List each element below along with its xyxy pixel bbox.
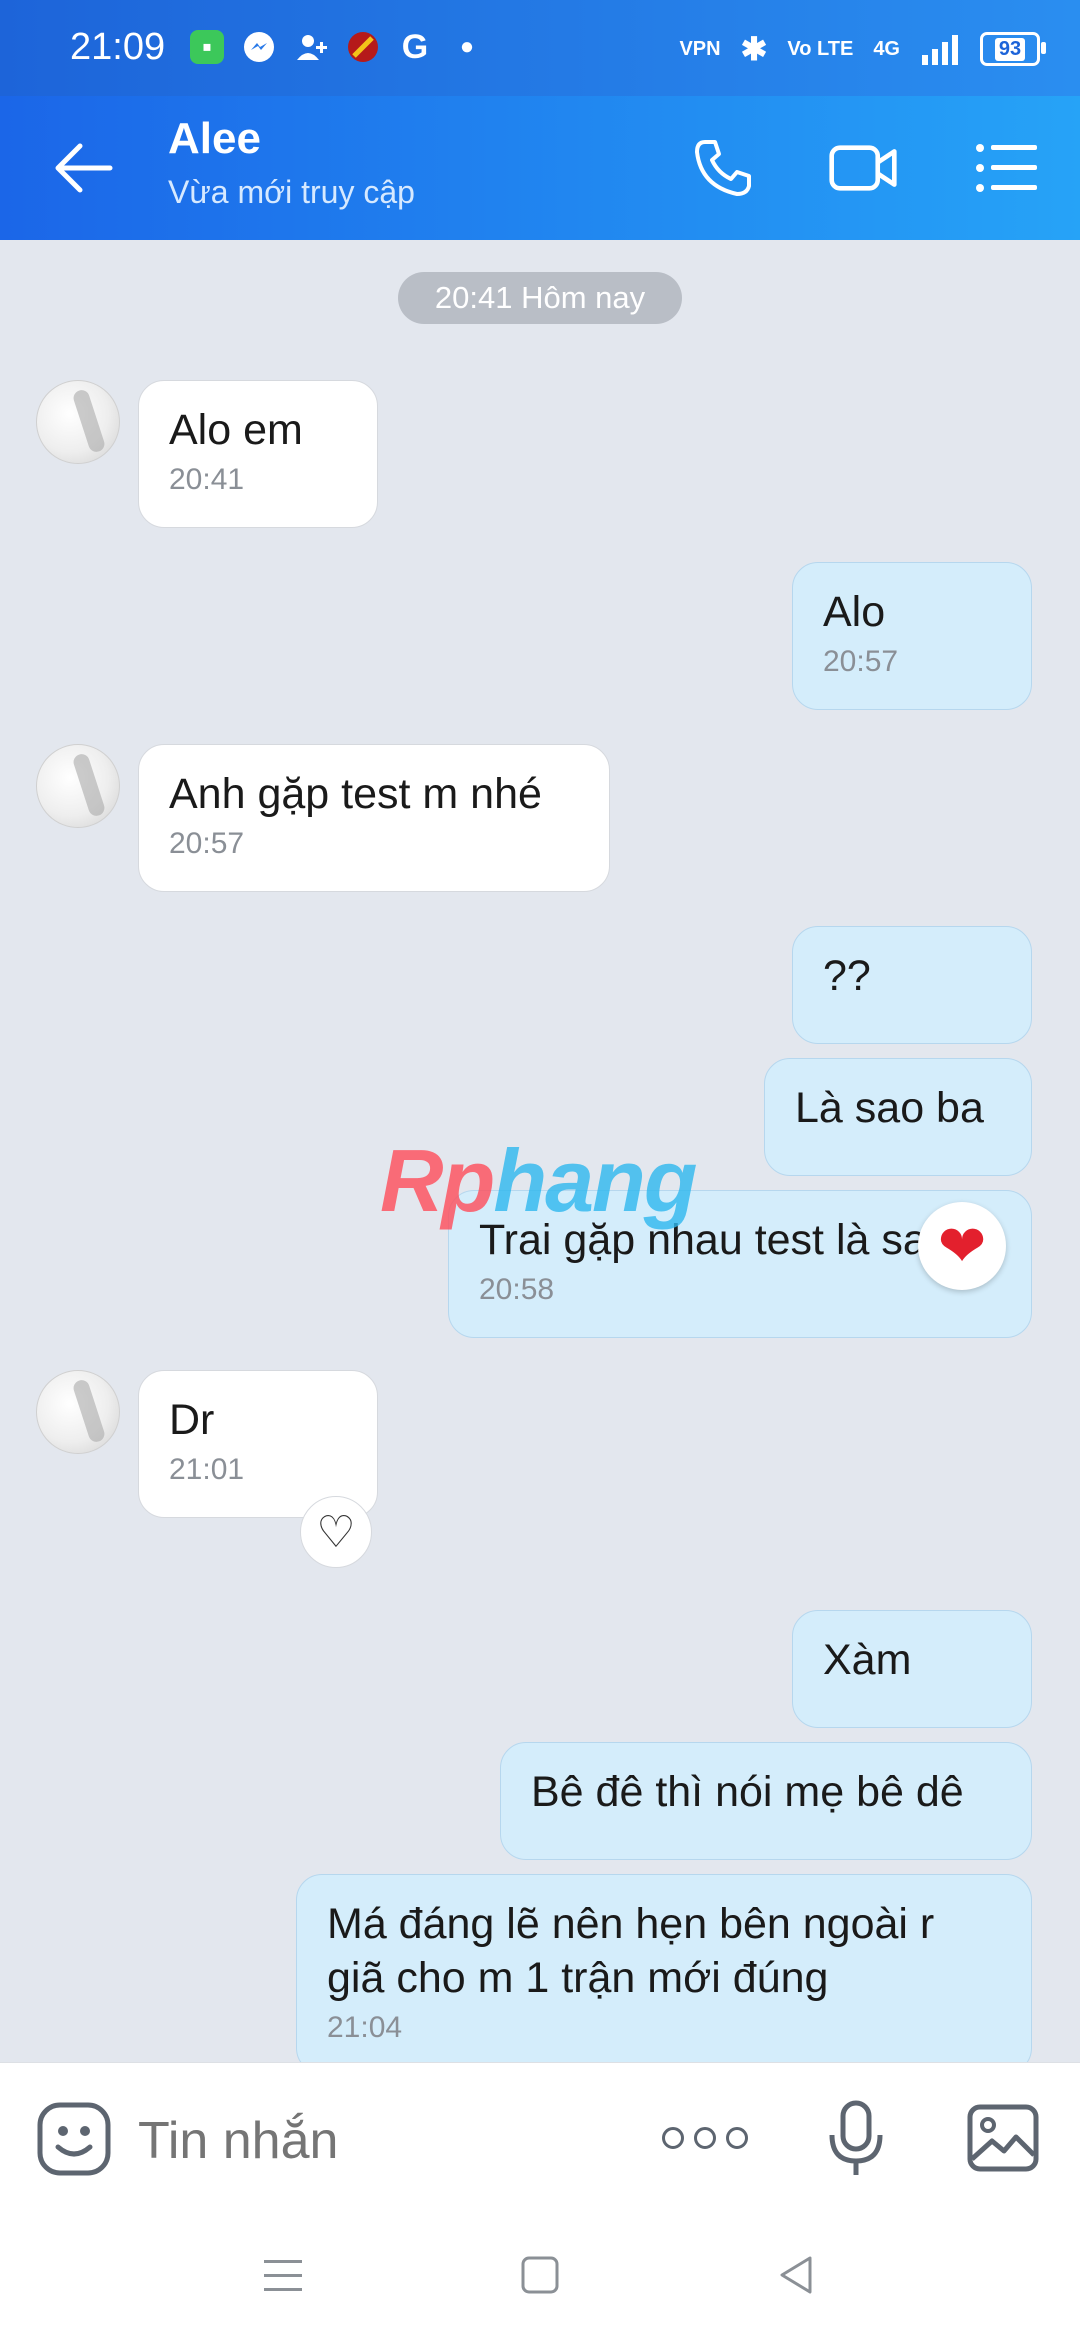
avatar[interactable] [36,744,120,828]
message-bubble[interactable]: Bê đê thì nói mẹ bê dê [500,1742,1032,1860]
message-text: Bê đê thì nói mẹ bê dê [531,1768,964,1816]
battery-icon: 93 [980,32,1046,66]
message-text: Dr [169,1396,215,1444]
message-bubble[interactable]: Là sao ba [764,1058,1032,1176]
avatar[interactable] [36,1370,120,1454]
triangle-back-icon [780,2256,812,2294]
messages-icon: ▪ [190,30,224,64]
sticker-button[interactable] [36,2101,112,2177]
signal-icon [922,35,958,65]
smiley-icon [37,2102,111,2176]
message-bubble[interactable]: Alo 20:57 [792,562,1032,710]
message-bubble[interactable]: Anh gặp test m nhé 20:57 [138,744,610,892]
watermark: Rphang [380,1131,698,1230]
message-bubble[interactable]: Má đáng lẽ nên hẹn bên ngoài r giã cho m… [296,1874,1032,2074]
heart-outline-icon: ♡ [316,1507,356,1557]
bluetooth-icon: ✱ [740,31,768,67]
message-text: Anh gặp test m nhé [169,770,542,818]
contact-name[interactable]: Alee [168,114,261,164]
more-options-button[interactable] [662,2113,748,2163]
menu-button[interactable] [972,136,1042,200]
arrow-left-icon [55,143,113,193]
voice-button[interactable] [826,2099,886,2179]
message-text: Xàm [823,1636,912,1684]
message-text: Alo em [169,406,303,454]
message-time: 20:58 [479,1273,555,1306]
microphone-icon [829,2100,883,2175]
dot-icon [726,2127,748,2149]
menu-lines-icon [264,2260,302,2291]
message-list[interactable]: 20:41 Hôm nay Alo em 20:41 Alo 20:57 Anh… [0,240,1080,2074]
message-time: 20:57 [823,645,899,678]
chat-header: Alee Vừa mới truy cập [0,96,1080,240]
message-time: 20:41 [169,463,245,496]
add-contact-icon [294,30,328,64]
back-nav-button[interactable] [772,2250,822,2300]
dot-icon [694,2127,716,2149]
dot-icon: ● [459,33,475,60]
message-text: Má đáng lẽ nên hẹn bên ngoài r [327,1900,935,1948]
status-time: 21:09 [70,26,166,68]
message-bubble[interactable]: Xàm [792,1610,1032,1728]
system-navigation-bar [0,2210,1080,2340]
message-text: Alo [823,588,886,636]
message-bubble[interactable]: Alo em 20:41 [138,380,378,528]
message-time: 20:57 [169,827,245,860]
network-type: 4G [873,37,900,60]
volte-icon: Vo LTE [787,37,854,60]
message-text: Là sao ba [795,1084,984,1132]
back-button[interactable] [50,138,120,198]
message-bubble[interactable]: ?? [792,926,1032,1044]
gallery-button[interactable] [966,2103,1040,2173]
google-icon: G [401,27,429,66]
message-composer [0,2062,1080,2211]
system-icons: VPN ✱ Vo LTE 4G 93 [679,30,1046,68]
reaction-badge[interactable]: ❤ [918,1202,1006,1290]
app-icon [346,30,380,64]
status-bar: 21:09 ▪ G ● VPN ✱ Vo LTE 4G 93 [0,0,1080,96]
contact-status: Vừa mới truy cập [168,174,415,210]
square-icon [521,2256,559,2294]
messenger-icon [242,30,276,64]
message-time: 21:04 [327,2011,403,2044]
heart-icon: ❤ [937,1214,987,1279]
message-text: giã cho m 1 trận mới đúng [327,1954,829,2002]
notification-icons: ▪ G ● [190,27,484,66]
video-call-button[interactable] [828,136,898,200]
avatar[interactable] [36,380,120,464]
phone-icon [695,140,751,196]
date-separator: 20:41 Hôm nay [398,272,682,324]
video-camera-icon [829,145,897,191]
dot-icon [662,2127,684,2149]
call-button[interactable] [688,136,758,200]
recent-apps-button[interactable] [258,2250,308,2300]
message-input[interactable] [136,2105,620,2177]
message-time: 21:01 [169,1453,245,1486]
message-text: ?? [823,952,871,1000]
vpn-icon: VPN [679,37,721,60]
image-icon [967,2104,1039,2172]
list-menu-icon [976,144,1037,192]
react-button[interactable]: ♡ [300,1496,372,1568]
home-button[interactable] [515,2250,565,2300]
battery-level: 93 [994,37,1026,61]
